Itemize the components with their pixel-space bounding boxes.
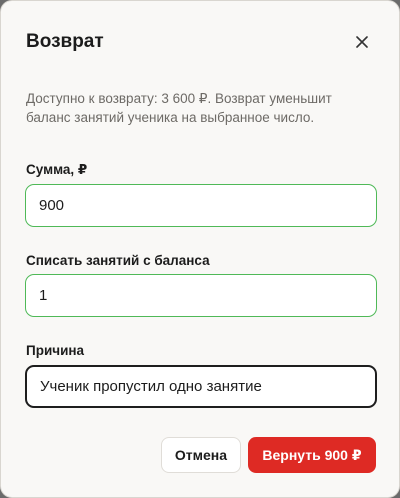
refund-description: Доступно к возврату: 3 600 ₽. Возврат ум… [26,91,332,125]
amount-input[interactable] [25,184,377,227]
lessons-input[interactable] [25,274,377,317]
cancel-button[interactable]: Отмена [161,437,241,473]
amount-label: Сумма, ₽ [26,162,88,177]
reason-input[interactable] [25,365,377,408]
reason-label: Причина [26,343,85,358]
dialog-header: Возврат [26,30,374,54]
dialog-title: Возврат [26,31,104,52]
lessons-label: Списать занятий с баланса [26,253,210,268]
refund-dialog: Возврат Доступно к возврату: 3 600 ₽. Во… [0,0,400,498]
close-button[interactable] [348,28,376,56]
close-icon [356,36,368,48]
refund-button[interactable]: Вернуть 900 ₽ [248,437,376,473]
